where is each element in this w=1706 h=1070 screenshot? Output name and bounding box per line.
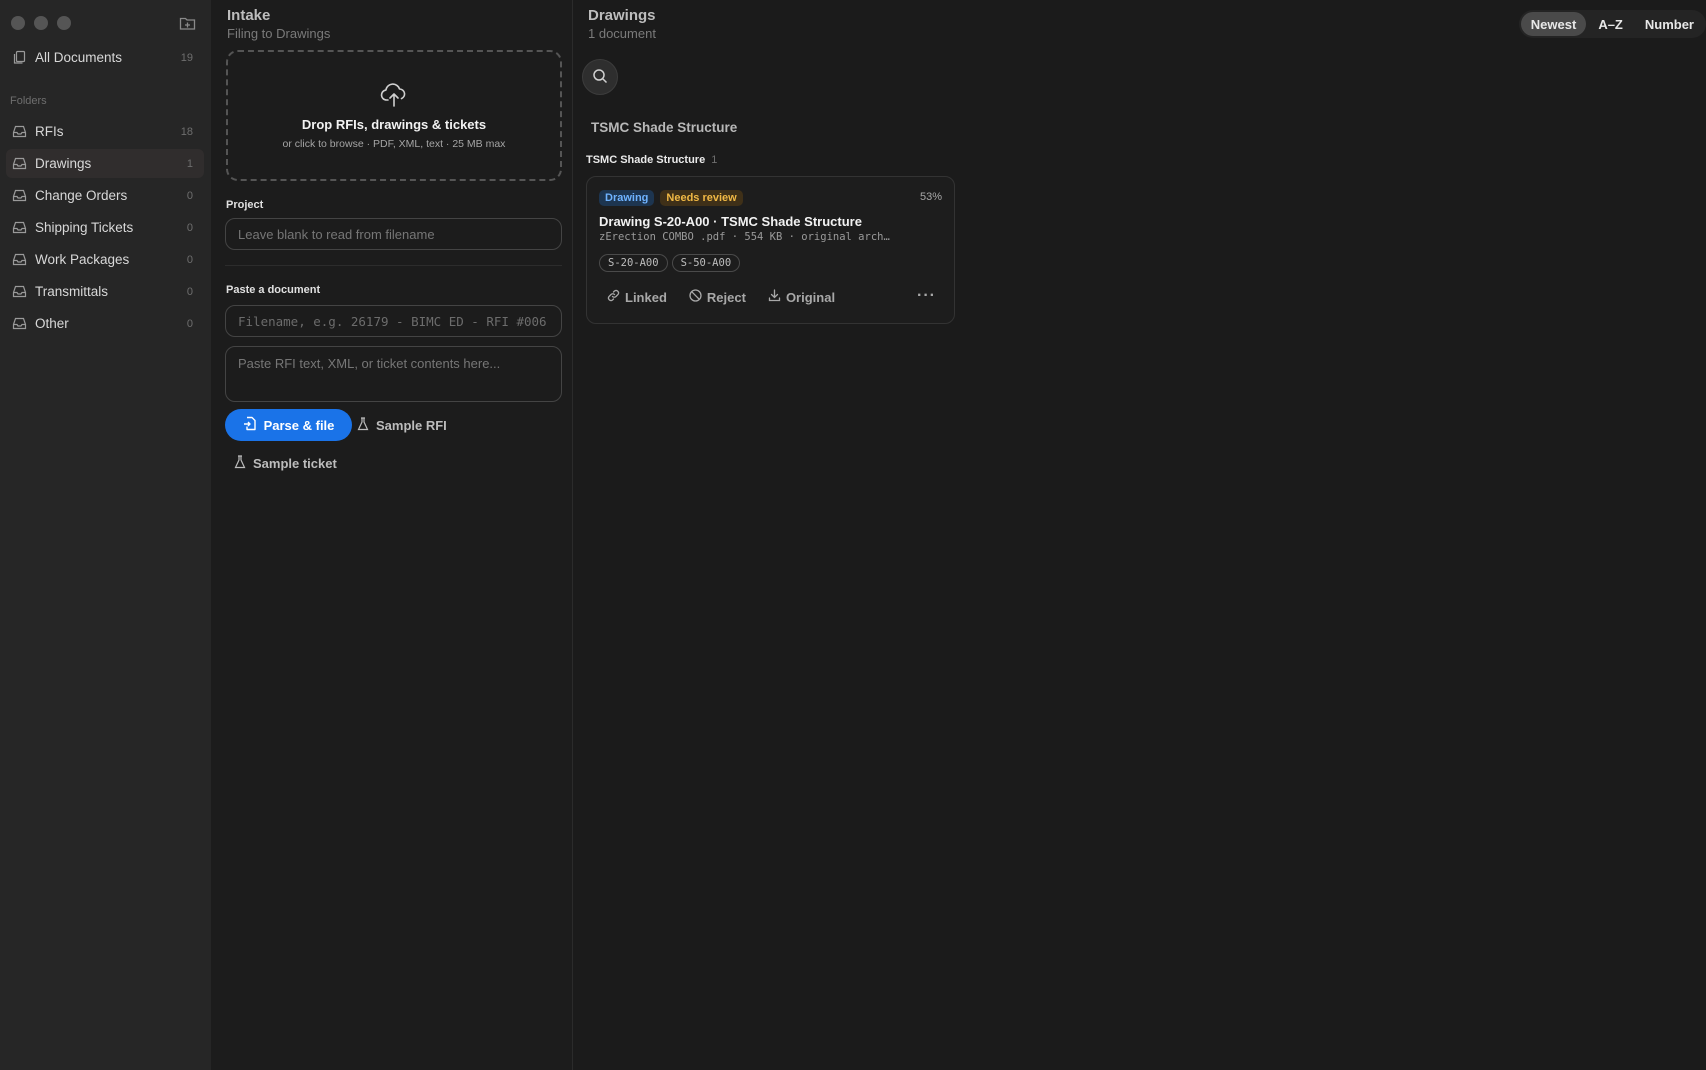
zoom-window-button[interactable]: [57, 16, 71, 30]
sidebar-item-count: 0: [186, 253, 193, 266]
intake-title: Intake: [227, 7, 271, 24]
ban-icon: [689, 289, 702, 305]
inbox-icon: [11, 316, 27, 332]
divider: [225, 265, 562, 266]
subgroup-count: 1: [711, 154, 718, 166]
inbox-icon: [11, 124, 27, 140]
drawing-number-chip[interactable]: S-50-A00: [671, 254, 741, 272]
drawing-number-chip[interactable]: S-20-A00: [599, 254, 668, 272]
card-tags: Drawing Needs review: [599, 190, 743, 206]
page-title: Drawings: [588, 7, 656, 24]
sidebar-item-label: Work Packages: [35, 252, 130, 267]
sidebar-item-label: Drawings: [35, 156, 92, 171]
sort-az-button[interactable]: A–Z: [1588, 12, 1633, 36]
search-button[interactable]: [582, 59, 618, 95]
sidebar: All Documents 19 Folders RFIs 18 Drawing…: [0, 0, 211, 1070]
sidebar-item-transmittals[interactable]: Transmittals 0: [6, 277, 204, 306]
sidebar-item-count: 0: [186, 189, 193, 202]
folders-heading: Folders: [10, 95, 47, 107]
inbox-icon: [11, 188, 27, 204]
linked-button[interactable]: Linked: [607, 289, 667, 305]
paste-document-label: Paste a document: [226, 284, 321, 296]
documents-panel: Drawings 1 document Newest A–Z Number TS…: [574, 0, 1706, 1070]
inbox-icon: [11, 284, 27, 300]
original-label: Original: [785, 289, 836, 305]
sidebar-item-shipping-tickets[interactable]: Shipping Tickets 0: [6, 213, 204, 242]
sidebar-item-label: Shipping Tickets: [35, 220, 134, 235]
sample-rfi-label: Sample RFI: [376, 417, 447, 433]
sidebar-item-other[interactable]: Other 0: [6, 309, 204, 338]
sidebar-item-label: All Documents: [35, 50, 123, 65]
sort-number-button[interactable]: Number: [1635, 12, 1704, 36]
sample-rfi-button[interactable]: Sample RFI: [357, 411, 447, 439]
project-label: Project: [226, 199, 264, 211]
document-content-textarea[interactable]: [225, 346, 562, 402]
sample-ticket-label: Sample ticket: [253, 455, 337, 471]
sidebar-item-rfis[interactable]: RFIs 18: [6, 117, 204, 146]
confidence-percent: 53%: [919, 191, 942, 203]
close-window-button[interactable]: [11, 16, 25, 30]
type-badge: Drawing: [599, 190, 655, 206]
file-dropzone[interactable]: Drop RFIs, drawings & tickets or click t…: [226, 50, 562, 181]
flask-icon: [234, 454, 246, 472]
inbox-icon: [11, 220, 27, 236]
sidebar-item-all-documents[interactable]: All Documents 19: [6, 43, 204, 72]
sort-newest-button[interactable]: Newest: [1520, 12, 1587, 36]
more-options-icon[interactable]: ···: [917, 287, 936, 305]
reject-label: Reject: [706, 289, 746, 305]
sidebar-item-work-packages[interactable]: Work Packages 0: [6, 245, 204, 274]
sidebar-item-label: RFIs: [35, 124, 64, 139]
document-title: Drawing S-20-A00 · TSMC Shade Structure: [599, 214, 862, 229]
new-folder-icon[interactable]: [179, 15, 196, 32]
project-subgroup: TSMC Shade Structure 1: [586, 154, 717, 166]
card-actions: Linked Reject Original: [607, 289, 835, 305]
documents-icon: [11, 50, 27, 66]
sidebar-item-count: 0: [186, 285, 193, 298]
window-controls: [11, 16, 71, 30]
linked-label: Linked: [625, 289, 667, 305]
sidebar-item-count: 0: [186, 317, 193, 330]
inbox-icon: [11, 252, 27, 268]
sidebar-item-label: Transmittals: [35, 284, 109, 299]
sidebar-item-count: 18: [180, 125, 193, 138]
flask-icon: [357, 416, 369, 434]
intake-panel: Intake Filing to Drawings Drop RFIs, dra…: [211, 0, 573, 1070]
sort-segmented-control: Newest A–Z Number: [1518, 10, 1706, 38]
filename-input[interactable]: [225, 305, 562, 337]
dropzone-title: Drop RFIs, drawings & tickets: [301, 116, 487, 132]
project-input[interactable]: [225, 218, 562, 250]
status-badge: Needs review: [660, 190, 743, 206]
original-download-button[interactable]: Original: [768, 289, 835, 305]
sidebar-item-count: 0: [186, 221, 193, 234]
sidebar-item-count: 19: [180, 51, 193, 64]
parse-button-label: Parse & file: [263, 417, 335, 433]
intake-subtitle: Filing to Drawings: [227, 26, 331, 41]
inbox-icon: [11, 156, 27, 172]
document-card[interactable]: Drawing Needs review 53% Drawing S-20-A0…: [586, 176, 955, 324]
dropzone-subtitle: or click to browse · PDF, XML, text · 25…: [282, 137, 506, 150]
document-count: 1 document: [588, 26, 656, 41]
sidebar-item-label: Change Orders: [35, 188, 128, 203]
reject-button[interactable]: Reject: [689, 289, 746, 305]
sidebar-item-change-orders[interactable]: Change Orders 0: [6, 181, 204, 210]
sample-ticket-button[interactable]: Sample ticket: [234, 449, 337, 477]
sidebar-item-drawings[interactable]: Drawings 1: [6, 149, 204, 178]
upload-cloud-icon: [380, 82, 408, 111]
sidebar-item-label: Other: [35, 316, 69, 331]
drawing-number-chips: S-20-A00 S-50-A00: [599, 254, 741, 272]
sidebar-item-count: 1: [186, 157, 193, 170]
search-icon: [592, 68, 608, 87]
document-meta: zErection COMBO .pdf · 554 KB · original…: [599, 231, 890, 243]
file-import-icon: [243, 416, 257, 434]
project-group-title: TSMC Shade Structure: [591, 120, 738, 135]
minimize-window-button[interactable]: [34, 16, 48, 30]
subgroup-label: TSMC Shade Structure: [586, 154, 706, 166]
download-icon: [768, 289, 781, 305]
parse-and-file-button[interactable]: Parse & file: [225, 409, 352, 441]
link-icon: [607, 289, 620, 305]
